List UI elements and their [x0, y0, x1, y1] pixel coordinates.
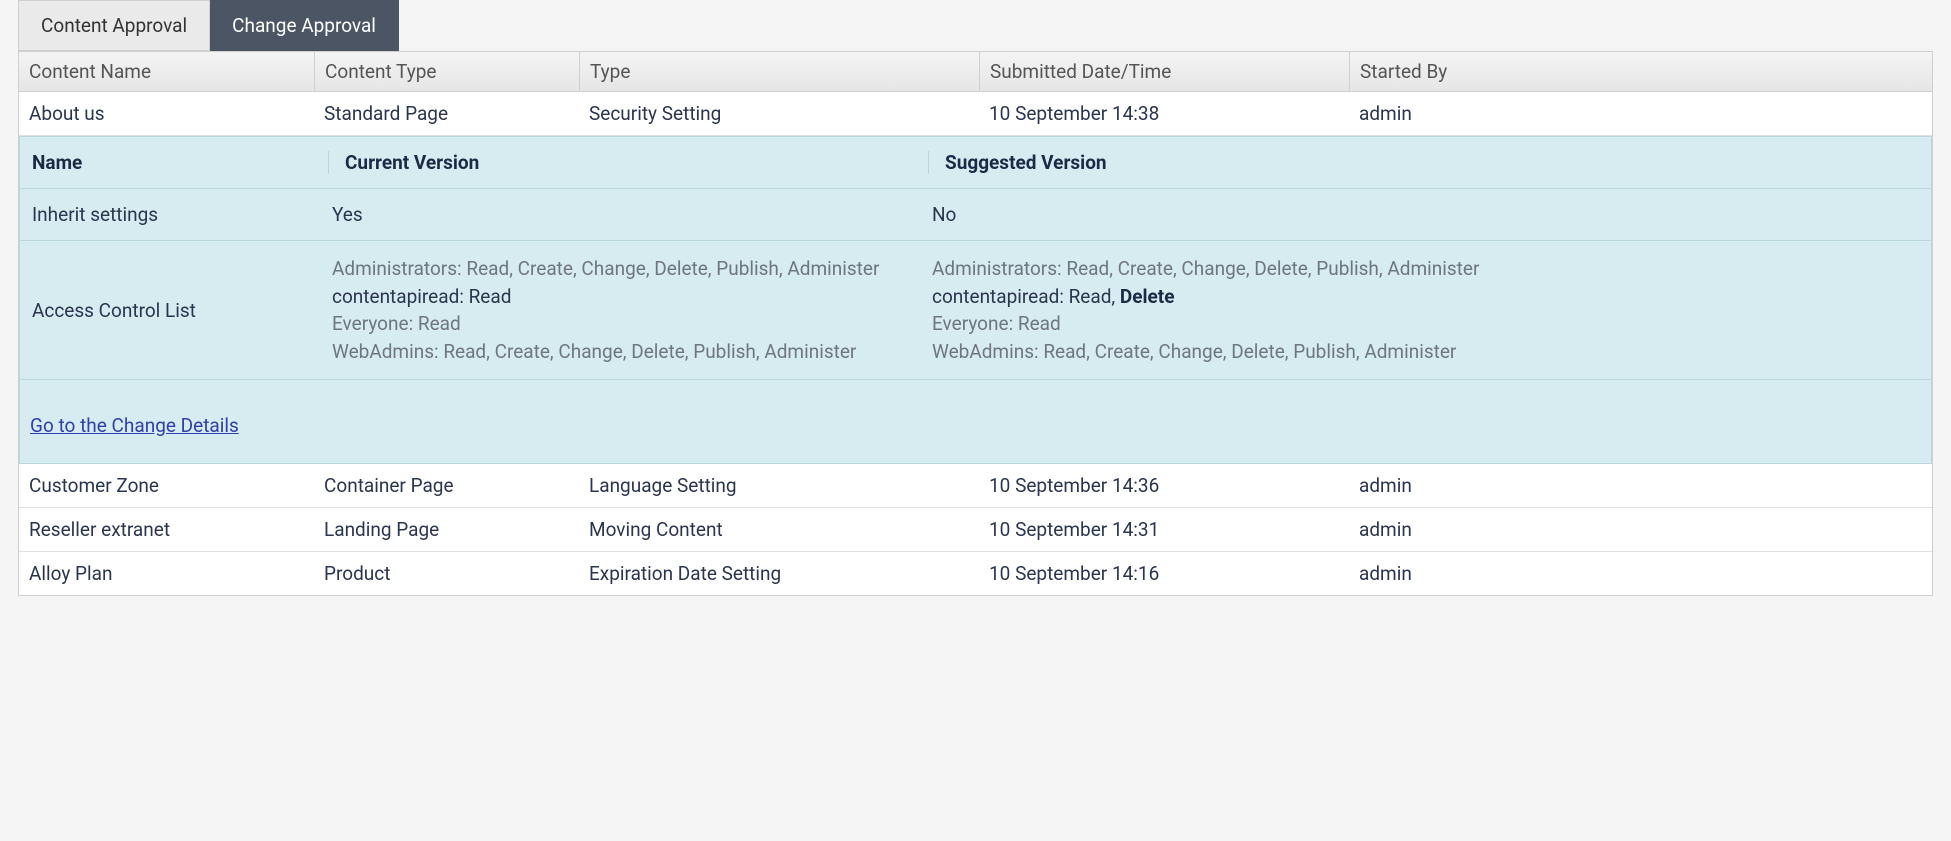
cell-content-type: Container Page [314, 464, 579, 507]
acl-current-everyone: Everyone: Read [332, 310, 932, 338]
col-content-name[interactable]: Content Name [19, 52, 314, 91]
grid-header: Content Name Content Type Type Submitted… [19, 51, 1932, 92]
cell-type: Security Setting [579, 92, 979, 135]
cell-content-type: Standard Page [314, 92, 579, 135]
cell-type: Moving Content [579, 508, 979, 551]
detail-row-acl: Access Control List Administrators: Read… [20, 241, 1931, 380]
col-type[interactable]: Type [579, 52, 979, 91]
cell-content-name: Customer Zone [19, 464, 314, 507]
cell-submitted: 10 September 14:38 [979, 92, 1349, 135]
cell-content-name: Alloy Plan [19, 552, 314, 595]
cell-started-by: admin [1349, 552, 1932, 595]
tabs: Content Approval Change Approval [18, 0, 1933, 51]
cell-started-by: admin [1349, 464, 1932, 507]
cell-started-by: admin [1349, 508, 1932, 551]
cell-submitted: 10 September 14:31 [979, 508, 1349, 551]
col-started-by[interactable]: Started By [1349, 52, 1932, 91]
acl-suggested-webadmins: WebAdmins: Read, Create, Change, Delete,… [932, 338, 1919, 366]
detail-acl-current: Administrators: Read, Create, Change, De… [332, 255, 932, 365]
grid-row[interactable]: Reseller extranet Landing Page Moving Co… [19, 508, 1932, 552]
cell-content-name: Reseller extranet [19, 508, 314, 551]
acl-current-admins: Administrators: Read, Create, Change, De… [332, 255, 932, 283]
approval-grid: Content Name Content Type Type Submitted… [18, 51, 1933, 596]
cell-submitted: 10 September 14:16 [979, 552, 1349, 595]
tab-change-approval[interactable]: Change Approval [210, 0, 399, 51]
cell-started-by: admin [1349, 92, 1932, 135]
detail-inherit-suggested: No [932, 203, 1919, 226]
cell-content-type: Landing Page [314, 508, 579, 551]
acl-suggested-admins: Administrators: Read, Create, Change, De… [932, 255, 1919, 283]
detail-col-name: Name [32, 151, 332, 174]
detail-col-current: Current Version [328, 151, 932, 174]
col-submitted[interactable]: Submitted Date/Time [979, 52, 1349, 91]
detail-acl-label: Access Control List [32, 299, 332, 322]
cell-content-type: Product [314, 552, 579, 595]
acl-suggested-everyone: Everyone: Read [932, 310, 1919, 338]
tab-content-approval[interactable]: Content Approval [18, 0, 210, 51]
detail-row-inherit: Inherit settings Yes No [20, 189, 1931, 241]
acl-current-webadmins: WebAdmins: Read, Create, Change, Delete,… [332, 338, 932, 366]
detail-col-suggested: Suggested Version [928, 151, 1919, 174]
grid-row[interactable]: About us Standard Page Security Setting … [19, 92, 1932, 136]
acl-suggested-contentapi: contentapiread: Read, [932, 285, 1120, 308]
cell-type: Language Setting [579, 464, 979, 507]
detail-inherit-label: Inherit settings [32, 203, 332, 226]
col-content-type[interactable]: Content Type [314, 52, 579, 91]
detail-inherit-current: Yes [332, 203, 932, 226]
detail-panel: Name Current Version Suggested Version I… [19, 136, 1932, 464]
grid-row[interactable]: Customer Zone Container Page Language Se… [19, 464, 1932, 508]
cell-type: Expiration Date Setting [579, 552, 979, 595]
detail-header: Name Current Version Suggested Version [20, 137, 1931, 189]
detail-acl-suggested: Administrators: Read, Create, Change, De… [932, 255, 1919, 365]
cell-content-name: About us [19, 92, 314, 135]
grid-row[interactable]: Alloy Plan Product Expiration Date Setti… [19, 552, 1932, 595]
change-details-link[interactable]: Go to the Change Details [30, 414, 239, 437]
cell-submitted: 10 September 14:36 [979, 464, 1349, 507]
acl-suggested-contentapi-delta: Delete [1120, 285, 1175, 308]
acl-current-contentapi: contentapiread: Read [332, 285, 511, 308]
